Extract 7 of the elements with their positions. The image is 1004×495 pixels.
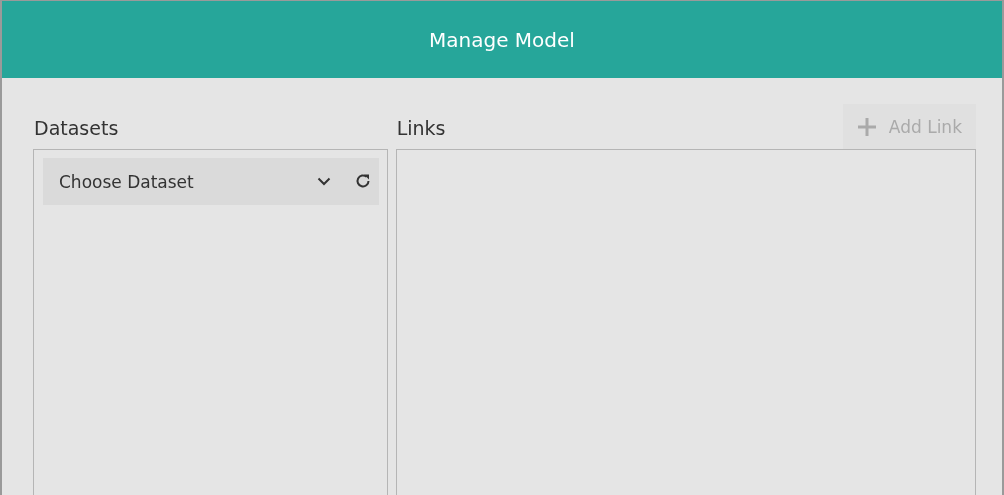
plus-icon bbox=[856, 116, 877, 137]
section-heading: Links bbox=[395, 117, 446, 141]
dataset-dropdown[interactable]: Choose Dataset bbox=[43, 158, 345, 205]
refresh-icon[interactable] bbox=[344, 158, 379, 205]
dialog-title: Manage Model bbox=[429, 27, 575, 52]
chevron-down-icon bbox=[316, 177, 331, 186]
section-heading: Datasets bbox=[33, 117, 119, 141]
